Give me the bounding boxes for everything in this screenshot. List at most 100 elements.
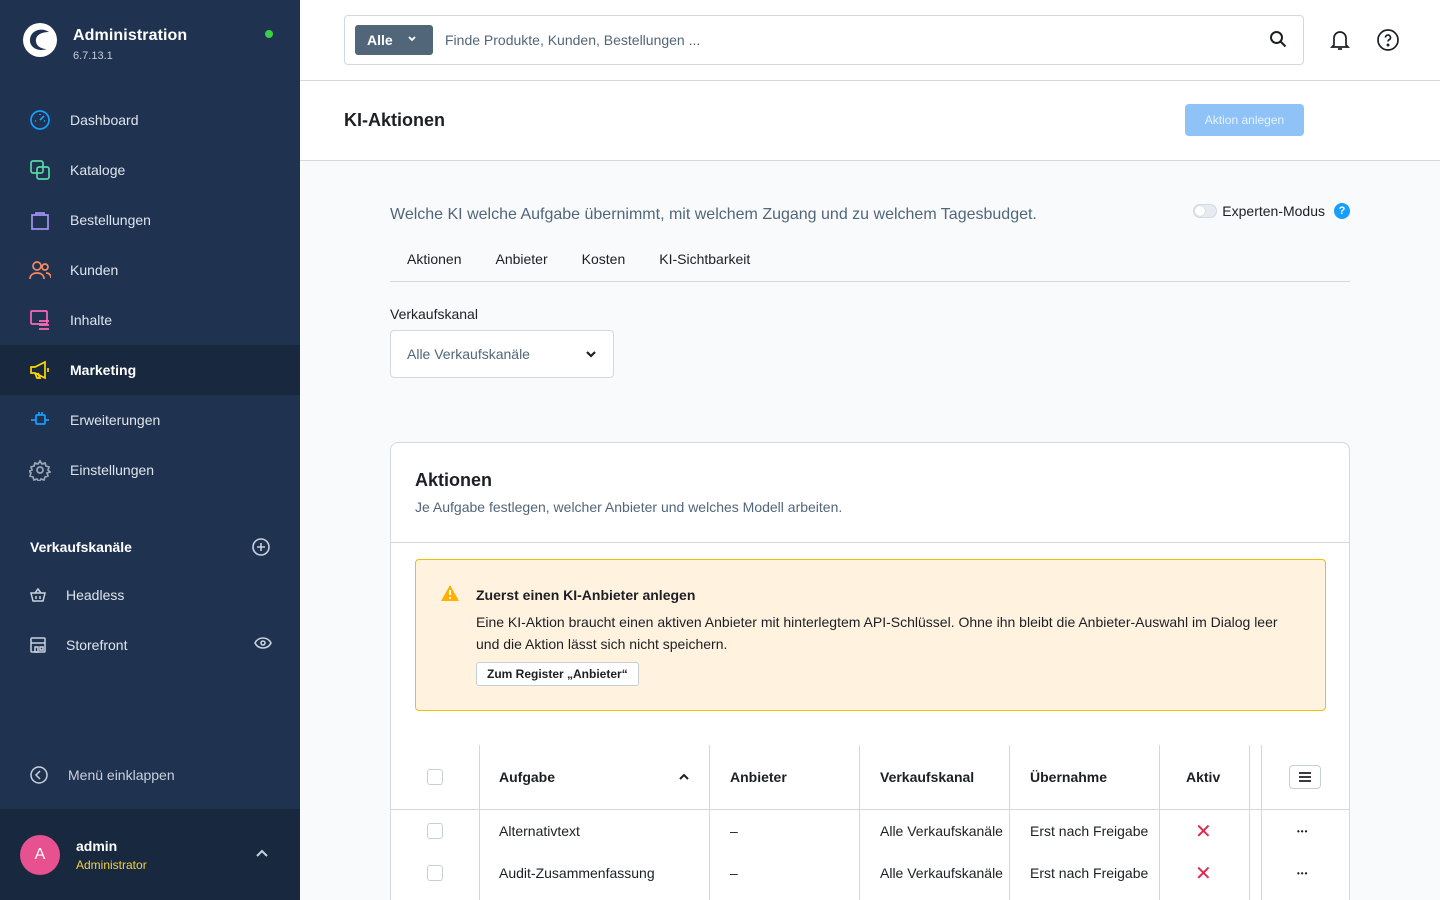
nav-item-erweiterungen[interactable]: Erweiterungen [0, 395, 300, 445]
expert-mode-toggle[interactable]: Experten-Modus ? [1193, 203, 1350, 219]
search-type-label: Alle [367, 32, 393, 48]
page-header: KI-Aktionen Aktion anlegen [300, 81, 1440, 161]
sales-channel-label: Storefront [66, 637, 128, 653]
column-label: Aufgabe [499, 769, 555, 785]
intro-text: Welche KI welche Aufgabe übernimmt, mit … [390, 206, 1037, 223]
row-checkbox[interactable] [427, 865, 443, 881]
sales-channel-storefront[interactable]: Storefront [0, 620, 300, 670]
grid-header: Aufgabe Anbieter Verkaufskanal Übernahme… [391, 745, 1349, 810]
sales-channel-select-value: Alle Verkaufskanäle [407, 346, 530, 362]
table-row: Audit-Zusammenfassung – Alle Verkaufskan… [391, 852, 1349, 894]
column-header-verkaufskanal[interactable]: Verkaufskanal [880, 745, 974, 809]
actions-grid: Aufgabe Anbieter Verkaufskanal Übernahme… [391, 745, 1349, 900]
sales-channel-list: Headless Storefront [0, 570, 300, 670]
nav-item-inhalte[interactable]: Inhalte [0, 295, 300, 345]
brand-version: 6.7.13.1 [73, 50, 113, 62]
chevron-up-icon[interactable] [256, 849, 268, 857]
column-header-aktiv[interactable]: Aktiv [1186, 745, 1220, 809]
inactive-x-icon: ✕ [1195, 862, 1212, 885]
card-title: Aktionen [415, 470, 493, 490]
avatar: A [20, 834, 60, 875]
nav-item-kunden[interactable]: Kunden [0, 245, 300, 295]
cell-channel: Alle Verkaufskanäle [880, 823, 1003, 839]
select-all-checkbox[interactable] [427, 769, 443, 785]
search-input[interactable] [445, 28, 1245, 52]
tab-ki-sichtbarkeit[interactable]: KI-Sichtbarkeit [642, 251, 767, 281]
main-navigation: Dashboard Kataloge Bestellungen Kunden I… [0, 95, 300, 495]
brand[interactable]: Administration 6.7.13.1 [22, 22, 187, 62]
cell-channel: Alle Verkaufskanäle [880, 865, 1003, 881]
collapse-menu-button[interactable]: Menü einklappen [30, 766, 175, 784]
chevron-down-icon [408, 36, 416, 42]
sales-channels-title: Verkaufskanäle [30, 539, 132, 555]
help-icon[interactable] [1376, 28, 1400, 52]
gauge-icon [29, 109, 51, 131]
column-header-anbieter[interactable]: Anbieter [730, 745, 787, 809]
nav-item-label: Kataloge [70, 162, 126, 178]
sales-channel-select[interactable]: Alle Verkaufskanäle [390, 330, 614, 378]
search-type-select[interactable]: Alle [355, 25, 433, 55]
warning-alert: Zuerst einen KI-Anbieter anlegen Eine KI… [415, 559, 1326, 711]
shopping-bag-icon [29, 209, 51, 231]
user-role: Administrator [76, 857, 147, 872]
nav-item-einstellungen[interactable]: Einstellungen [0, 445, 300, 495]
sales-channels-header: Verkaufskanäle [30, 538, 270, 556]
bell-icon[interactable] [1328, 28, 1352, 52]
eye-icon[interactable] [254, 636, 272, 653]
cell-task[interactable]: Alternativtext [499, 810, 580, 852]
users-icon [29, 259, 51, 281]
status-dot [265, 30, 273, 38]
tab-bar: Aktionen Anbieter Kosten KI-Sichtbarkeit [390, 251, 1350, 282]
tab-kosten[interactable]: Kosten [565, 251, 643, 281]
page-title: KI-Aktionen [344, 110, 445, 130]
nav-item-marketing[interactable]: Marketing [0, 345, 300, 395]
column-header-uebernahme[interactable]: Übernahme [1030, 745, 1107, 809]
help-badge-icon[interactable]: ? [1334, 203, 1350, 219]
brand-title: Administration [73, 27, 188, 44]
add-sales-channel-icon[interactable] [252, 538, 270, 556]
column-settings-button[interactable] [1289, 765, 1321, 789]
sidebar: Administration 6.7.13.1 Dashboard Katalo… [0, 0, 300, 900]
row-actions-button[interactable]: ••• [1297, 810, 1308, 852]
cell-takeover: Erst nach Freigabe [1030, 865, 1149, 881]
chevron-left-circle-icon [30, 766, 48, 784]
user-menu[interactable]: A admin Administrator [0, 809, 300, 900]
goto-provider-tab-button[interactable]: Zum Register „Anbieter“ [476, 662, 639, 686]
search-icon[interactable] [1269, 30, 1287, 48]
topbar: Alle [300, 0, 1440, 81]
tab-aktionen[interactable]: Aktionen [390, 251, 478, 281]
row-checkbox[interactable] [427, 823, 443, 839]
chevron-down-icon [586, 351, 596, 358]
nav-item-label: Inhalte [70, 312, 113, 328]
table-row: Alternativtext – Alle Verkaufskanäle Ers… [391, 810, 1349, 852]
expert-mode-switch[interactable] [1193, 204, 1218, 218]
sales-channel-label: Headless [66, 587, 125, 603]
nav-item-kataloge[interactable]: Kataloge [0, 145, 300, 195]
warning-icon [441, 585, 459, 601]
nav-item-label: Dashboard [70, 112, 139, 128]
nav-item-label: Einstellungen [70, 462, 155, 478]
storefront-icon [29, 636, 47, 654]
alert-text: Eine KI-Aktion braucht einen aktiven Anb… [476, 614, 1278, 652]
card-header: Aktionen Je Aufgabe festlegen, welcher A… [391, 443, 1349, 543]
global-search: Alle [344, 15, 1304, 65]
sales-channel-headless[interactable]: Headless [0, 570, 300, 620]
nav-item-dashboard[interactable]: Dashboard [0, 95, 300, 145]
nav-item-label: Kunden [70, 262, 119, 278]
nav-item-bestellungen[interactable]: Bestellungen [0, 195, 300, 245]
basket-icon [29, 586, 47, 604]
collapse-menu-label: Menü einklappen [68, 767, 175, 783]
content-icon [29, 309, 51, 331]
cell-task[interactable]: Audit-Zusammenfassung [499, 852, 655, 894]
user-name: admin [76, 837, 118, 854]
nav-item-label: Erweiterungen [70, 412, 161, 428]
cell-provider: – [730, 865, 738, 881]
nav-item-label: Marketing [70, 362, 137, 378]
create-action-button[interactable]: Aktion anlegen [1185, 104, 1304, 136]
tab-anbieter[interactable]: Anbieter [478, 251, 564, 281]
alert-title: Zuerst einen KI-Anbieter anlegen [476, 587, 696, 603]
column-header-aufgabe[interactable]: Aufgabe [499, 745, 689, 809]
nav-item-label: Bestellungen [70, 212, 151, 228]
row-actions-button[interactable]: ••• [1297, 852, 1308, 894]
sort-ascending-icon [679, 773, 689, 780]
